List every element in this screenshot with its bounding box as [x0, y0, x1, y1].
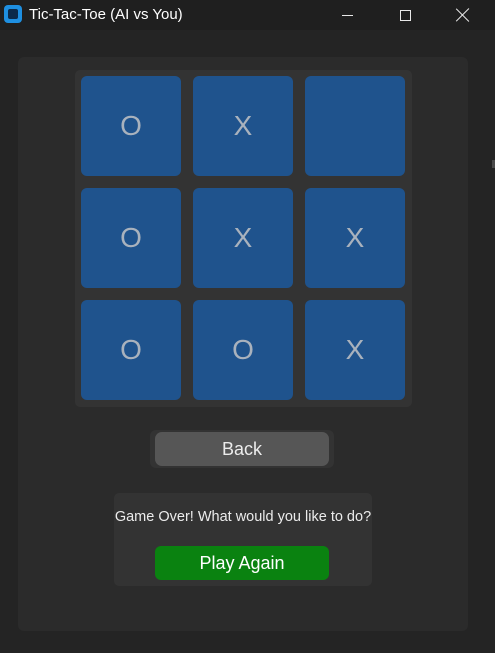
board-cell-r3c2[interactable]: O — [193, 300, 293, 400]
board-cell-r3c3[interactable]: X — [305, 300, 405, 400]
app-icon — [4, 5, 22, 23]
title-bar: Tic-Tac-Toe (AI vs You) — [0, 0, 495, 30]
minimize-button[interactable] — [318, 0, 376, 30]
game-over-message: Game Over! What would you like to do? — [114, 509, 372, 525]
board-cell-r1c1[interactable]: O — [81, 76, 181, 176]
close-icon — [456, 8, 470, 22]
back-button[interactable]: Back — [155, 432, 329, 466]
board-cell-r2c1[interactable]: O — [81, 188, 181, 288]
board-cell-r3c1[interactable]: O — [81, 300, 181, 400]
play-again-button[interactable]: Play Again — [155, 546, 329, 580]
window-title: Tic-Tac-Toe (AI vs You) — [29, 6, 183, 23]
board-cell-r2c3[interactable]: X — [305, 188, 405, 288]
close-button[interactable] — [434, 0, 492, 30]
board-cell-r1c3[interactable] — [305, 76, 405, 176]
board-cell-r1c2[interactable]: X — [193, 76, 293, 176]
minimize-icon — [341, 14, 353, 16]
board-cell-r2c2[interactable]: X — [193, 188, 293, 288]
game-board: O X O X X O O X — [75, 70, 412, 407]
maximize-button[interactable] — [376, 0, 434, 30]
maximize-icon — [399, 9, 411, 21]
